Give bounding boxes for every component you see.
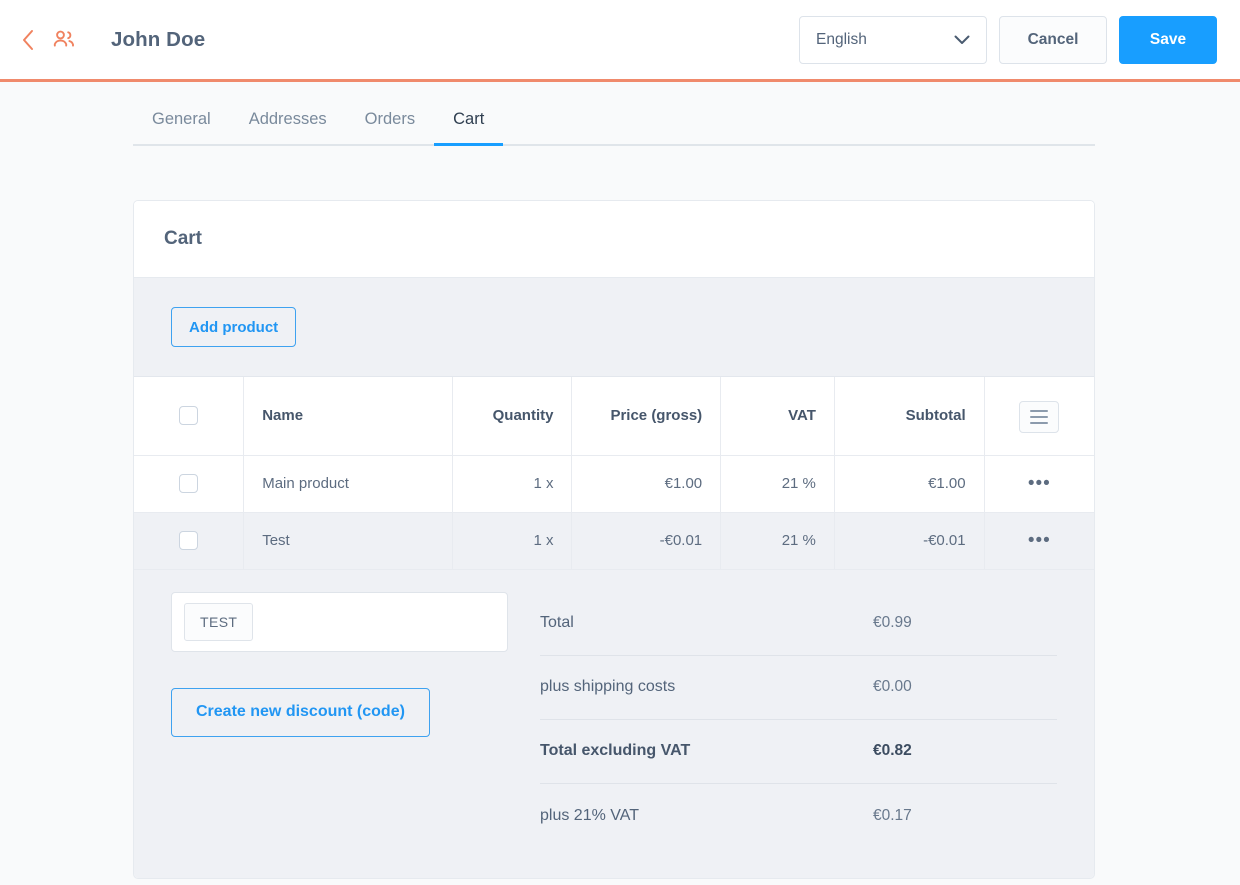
row-checkbox[interactable]: [179, 474, 199, 493]
cart-toolbar: Add product: [134, 278, 1094, 377]
ellipsis-icon[interactable]: •••: [1028, 531, 1051, 550]
total-label: Total excluding VAT: [540, 742, 691, 759]
table-row: Test 1 x -€0.01 21 % -€0.01 •••: [134, 512, 1094, 570]
language-select[interactable]: English: [799, 15, 987, 64]
select-all-header: [134, 377, 245, 456]
cell-quantity: 1 x: [452, 455, 573, 513]
back-button[interactable]: [10, 22, 46, 58]
column-header-name[interactable]: Name: [243, 377, 453, 456]
discount-code-chip[interactable]: TEST: [184, 602, 254, 641]
top-bar: John Doe English Cancel Save: [0, 0, 1240, 82]
cart-table-body: Main product 1 x €1.00 21 % €1.00 ••• Te…: [134, 455, 1094, 570]
row-select-cell: [134, 512, 245, 570]
row-checkbox[interactable]: [179, 531, 199, 550]
language-select-value: English: [816, 30, 867, 48]
cart-card-header: Cart: [134, 201, 1094, 278]
discount-section: TEST Create new discount (code): [171, 591, 526, 848]
total-row-total: Total €0.99: [540, 592, 1057, 656]
tab-general[interactable]: General: [133, 96, 230, 146]
chevron-left-icon: [20, 28, 36, 52]
top-bar-left: John Doe: [0, 22, 205, 58]
cart-table: Name Quantity Price (gross) VAT Subtotal…: [134, 377, 1094, 570]
tab-cart[interactable]: Cart: [434, 96, 504, 146]
cell-price: -€0.01: [571, 512, 722, 570]
tab-orders[interactable]: Orders: [346, 96, 434, 146]
ellipsis-icon[interactable]: •••: [1028, 474, 1051, 493]
row-actions-cell: •••: [984, 512, 1094, 570]
cart-card-title: Cart: [164, 228, 203, 249]
total-row-vat: plus 21% VAT €0.17: [540, 784, 1057, 848]
tab-bar: General Addresses Orders Cart: [133, 96, 1095, 146]
total-value: €0.99: [873, 614, 912, 631]
column-header-price[interactable]: Price (gross): [571, 377, 722, 456]
page-title: John Doe: [111, 27, 206, 51]
table-header-row: Name Quantity Price (gross) VAT Subtotal: [134, 377, 1094, 456]
cart-table-head: Name Quantity Price (gross) VAT Subtotal: [134, 377, 1094, 456]
column-settings-header: [984, 377, 1094, 456]
cell-subtotal: €1.00: [834, 455, 985, 513]
tab-bar-container: General Addresses Orders Cart: [0, 82, 1240, 146]
cart-footer: TEST Create new discount (code) Total €0…: [134, 569, 1094, 878]
row-actions-cell: •••: [984, 455, 1094, 513]
discount-code-input[interactable]: TEST: [171, 591, 508, 652]
total-value: €0.17: [873, 806, 912, 824]
cart-card: Cart Add product Name Quantity Price (gr…: [133, 200, 1095, 879]
cancel-button[interactable]: Cancel: [999, 15, 1107, 64]
chevron-down-icon: [954, 35, 970, 45]
total-row-shipping: plus shipping costs €0.00: [540, 656, 1057, 720]
tab-addresses[interactable]: Addresses: [230, 96, 346, 146]
add-product-button[interactable]: Add product: [171, 307, 297, 347]
cell-vat: 21 %: [720, 455, 835, 513]
customers-button[interactable]: [46, 22, 82, 58]
column-header-subtotal[interactable]: Subtotal: [834, 377, 985, 456]
cell-vat: 21 %: [720, 512, 835, 570]
total-label: plus 21% VAT: [540, 806, 640, 824]
row-select-cell: [134, 455, 245, 513]
column-header-vat[interactable]: VAT: [720, 377, 835, 456]
users-icon: [51, 28, 77, 52]
column-header-quantity[interactable]: Quantity: [452, 377, 573, 456]
cell-name: Main product: [243, 455, 453, 513]
total-row-excluding-vat: Total excluding VAT €0.82: [540, 720, 1057, 784]
hamburger-icon[interactable]: [1019, 400, 1060, 433]
table-row: Main product 1 x €1.00 21 % €1.00 •••: [134, 455, 1094, 513]
save-button[interactable]: Save: [1119, 15, 1217, 64]
cell-name: Test: [243, 512, 453, 570]
totals-section: Total €0.99 plus shipping costs €0.00 To…: [526, 592, 1057, 848]
total-value: €0.82: [873, 742, 912, 759]
cell-price: €1.00: [571, 455, 722, 513]
cell-subtotal: -€0.01: [834, 512, 985, 570]
cell-quantity: 1 x: [452, 512, 573, 570]
create-discount-button[interactable]: Create new discount (code): [171, 687, 430, 737]
top-bar-actions: English Cancel Save: [799, 15, 1217, 64]
total-value: €0.00: [873, 678, 912, 695]
total-label: plus shipping costs: [540, 678, 676, 695]
select-all-checkbox[interactable]: [179, 406, 199, 426]
total-label: Total: [540, 614, 574, 631]
